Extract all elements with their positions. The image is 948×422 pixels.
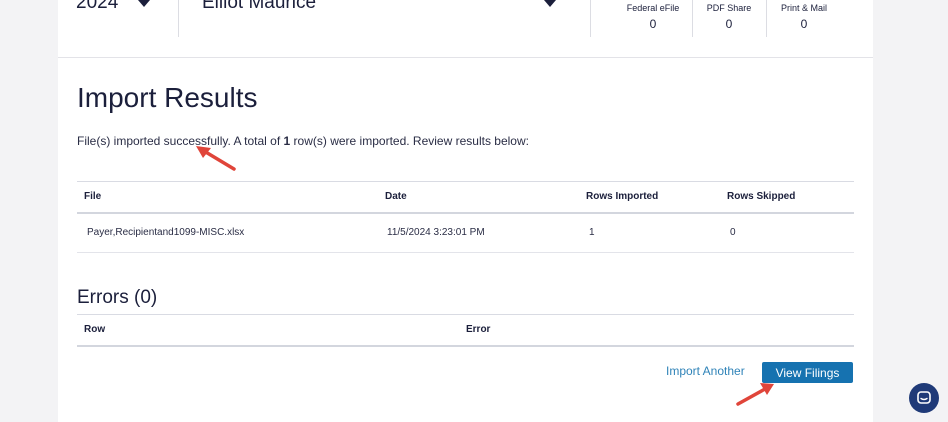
- stat-value: 0: [649, 17, 657, 31]
- stat-value: 0: [725, 17, 733, 31]
- chat-icon: [917, 391, 931, 404]
- stat-federal-efile: Federal eFile 0: [622, 3, 684, 31]
- chat-button[interactable]: [909, 383, 939, 413]
- stat-value: 0: [800, 17, 808, 31]
- chevron-down-icon[interactable]: [544, 0, 556, 7]
- stat-label: PDF Share: [706, 3, 752, 13]
- file-name: Payer,Recipientand1099-MISC.xlsx: [87, 227, 245, 238]
- divider: [692, 0, 693, 37]
- chevron-down-icon[interactable]: [138, 0, 150, 7]
- payer-select[interactable]: Elliot Maurice: [202, 0, 316, 14]
- header-bar: 2024 Elliot Maurice Federal eFile 0 PDF …: [58, 0, 873, 58]
- summary-text: row(s) were imported. Review results bel…: [290, 134, 529, 148]
- divider: [590, 0, 591, 37]
- results-table-header: File Date Rows Imported Rows Skipped: [77, 181, 854, 214]
- stat-print-mail: Print & Mail 0: [770, 3, 838, 31]
- column-header-rows-skipped: Rows Skipped: [727, 191, 796, 202]
- stat-pdf-share: PDF Share 0: [698, 3, 760, 31]
- column-header-file: File: [84, 191, 102, 202]
- year-select[interactable]: 2024: [76, 0, 118, 14]
- divider: [178, 0, 179, 37]
- rows-skipped: 0: [730, 227, 736, 238]
- column-header-date: Date: [385, 191, 407, 202]
- arrow-icon: [196, 146, 236, 171]
- stat-label: Federal eFile: [626, 3, 680, 13]
- stat-label: Print & Mail: [780, 3, 827, 13]
- column-header-rows-imported: Rows Imported: [586, 191, 659, 202]
- import-another-button[interactable]: Import Another: [666, 364, 745, 378]
- import-summary: File(s) imported successfully. A total o…: [77, 134, 529, 148]
- import-date: 11/5/2024 3:23:01 PM: [387, 227, 485, 238]
- column-header-error: Error: [466, 324, 491, 335]
- errors-table-header: Row Error: [77, 314, 854, 347]
- table-row: Payer,Recipientand1099-MISC.xlsx 11/5/20…: [77, 213, 854, 253]
- divider: [766, 0, 767, 37]
- page-title: Import Results: [77, 82, 258, 113]
- arrow-icon: [736, 383, 774, 406]
- rows-imported: 1: [589, 227, 595, 238]
- import-results-card: 2024 Elliot Maurice Federal eFile 0 PDF …: [58, 0, 873, 422]
- column-header-row: Row: [84, 324, 106, 335]
- summary-text: File(s) imported successfully. A total o…: [77, 134, 284, 148]
- errors-title: Errors (0): [77, 287, 158, 308]
